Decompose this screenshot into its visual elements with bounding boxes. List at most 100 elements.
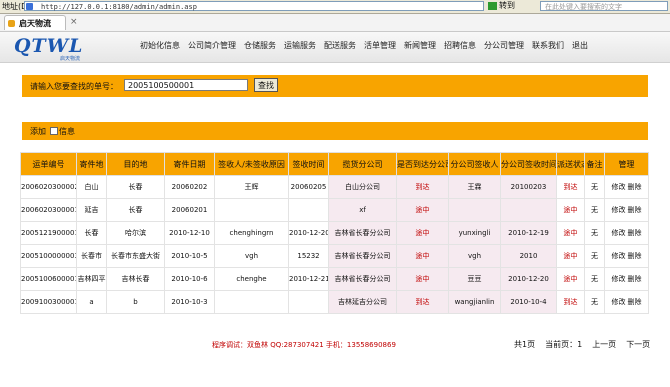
cell-delivery-status: 途中 [556, 198, 585, 222]
cell-waybill: 2005121900001 [20, 221, 77, 245]
delete-link[interactable]: 删除 [628, 183, 642, 191]
edit-link[interactable]: 修改 [612, 275, 626, 283]
edit-link[interactable]: 修改 [612, 229, 626, 237]
edit-link[interactable]: 修改 [612, 252, 626, 260]
cell-branch-signer: wangjianlin [448, 290, 501, 314]
cell-signer: 王辉 [214, 175, 289, 199]
col-header-waybill: 运单编号 [20, 152, 77, 176]
site-header: QTWL 启天物流 初始化信息 公司简介管理 仓储服务 运输服务 配送服务 活单… [0, 32, 670, 63]
cell-delivery-status: 途中 [556, 221, 585, 245]
cell-pickup-branch: 白山分公司 [328, 175, 397, 199]
col-header-send-date: 寄件日期 [164, 152, 215, 176]
pager: 共1页 当前页：1 上一页 下一页 [514, 339, 650, 350]
browser-search-input[interactable]: 在此处键入要搜索的文字 [540, 1, 668, 11]
cell-arrived: 途中 [396, 198, 449, 222]
footer-credit: 程序调试：双鱼林 QQ:287307421 手机：13558690869 [212, 341, 396, 349]
table-row: 2005100000003 长春市 长春市东盛大街 2010-10-5 vgh 15232… [20, 244, 649, 268]
nav-item-branches[interactable]: 分公司管理 [484, 40, 524, 54]
cell-branch-sign-time: 2010-12-20 [500, 267, 557, 291]
browser-tab[interactable]: 启天物流 [4, 15, 66, 30]
url-input[interactable]: http://127.0.0.1:8180/admin/admin.asp [24, 1, 484, 11]
col-header-branch-sign-time: 分公司签收时间 [500, 152, 557, 176]
cell-sign-time [288, 198, 329, 222]
nav-item-company[interactable]: 公司简介管理 [188, 40, 236, 54]
search-button[interactable]: 查找 [254, 78, 278, 92]
cell-signer: chenghe [214, 267, 289, 291]
edit-link[interactable]: 修改 [612, 206, 626, 214]
delete-link[interactable]: 删除 [628, 206, 642, 214]
search-bar: 请输入您要查找的单号： 2005100500001 查找 [22, 75, 648, 97]
nav-item-jobs[interactable]: 招聘信息 [444, 40, 476, 54]
cell-branch-sign-time: 2010-12-19 [500, 221, 557, 245]
cell-destination: 长春 [106, 175, 165, 199]
cell-send-date: 2010-10-5 [164, 244, 215, 268]
cell-signer [214, 198, 289, 222]
cell-origin: 长春市 [76, 244, 107, 268]
tracking-number-input[interactable]: 2005100500001 [124, 79, 248, 91]
nav-item-contact[interactable]: 联系我们 [532, 40, 564, 54]
add-bar: 添加 信息 [22, 122, 648, 140]
nav-item-init[interactable]: 初始化信息 [140, 40, 180, 54]
cell-branch-signer: 豆豆 [448, 267, 501, 291]
shipments-table: 运单编号 寄件地 目的地 寄件日期 签收人/未签收原因 签收时间 揽货分公司 是… [20, 152, 649, 314]
nav-item-orders[interactable]: 活单管理 [364, 40, 396, 54]
cell-remark: 无 [584, 267, 605, 291]
cell-sign-time: 20060205 [288, 175, 329, 199]
cell-branch-signer: 王霖 [448, 175, 501, 199]
cell-sign-time: 2010-12-20 [288, 221, 329, 245]
search-label: 请输入您要查找的单号： [30, 82, 118, 91]
cell-remark: 无 [584, 221, 605, 245]
next-page-link[interactable]: 下一页 [626, 339, 650, 350]
table-header-row: 运单编号 寄件地 目的地 寄件日期 签收人/未签收原因 签收时间 揽货分公司 是… [20, 152, 649, 176]
cell-arrived: 途中 [396, 244, 449, 268]
info-label: 信息 [59, 127, 75, 136]
col-header-origin: 寄件地 [76, 152, 107, 176]
col-header-delivery-status: 派送状态 [556, 152, 585, 176]
cell-delivery-status: 途中 [556, 267, 585, 291]
col-header-signer: 签收人/未签收原因 [214, 152, 289, 176]
delete-link[interactable]: 删除 [628, 275, 642, 283]
logo-text: QTWL [14, 35, 84, 57]
nav-item-delivery[interactable]: 配送服务 [324, 40, 356, 54]
prev-page-link[interactable]: 上一页 [592, 339, 616, 350]
table-row: 2005121900001 长春 哈尔滨 2010-12-10 chenghingrn 2… [20, 221, 649, 245]
address-bar: 地址(D) http://127.0.0.1:8180/admin/admin.… [0, 0, 670, 14]
cell-signer: chenghingrn [214, 221, 289, 245]
page-total: 共1页 [514, 340, 536, 349]
add-link[interactable]: 添加 [30, 126, 46, 137]
table-row: 2006020300001 延吉 长春 20060201 xf 途中 途中无修改 删除 [20, 198, 649, 222]
cell-manage: 修改 删除 [604, 198, 649, 222]
col-header-arrived: 是否到达分公司 [396, 152, 449, 176]
edit-link[interactable]: 修改 [612, 298, 626, 306]
delete-link[interactable]: 删除 [628, 252, 642, 260]
edit-link[interactable]: 修改 [612, 183, 626, 191]
nav-item-storage[interactable]: 仓储服务 [244, 40, 276, 54]
delete-link[interactable]: 删除 [628, 229, 642, 237]
cell-pickup-branch: xf [328, 198, 397, 222]
close-tab-icon[interactable]: × [70, 17, 78, 27]
cell-arrived: 途中 [396, 267, 449, 291]
nav-item-logout[interactable]: 退出 [572, 40, 588, 54]
nav-item-news[interactable]: 新闻管理 [404, 40, 436, 54]
nav-item-transport[interactable]: 运输服务 [284, 40, 316, 54]
cell-destination: 吉林长春 [106, 267, 165, 291]
col-header-manage: 管理 [604, 152, 649, 176]
go-arrow-icon [488, 1, 497, 10]
go-button[interactable]: 转到 [488, 1, 532, 11]
site-logo[interactable]: QTWL 启天物流 [14, 35, 114, 62]
delete-link[interactable]: 删除 [628, 298, 642, 306]
tab-strip: 启天物流 × [0, 14, 670, 32]
add-icon[interactable] [50, 127, 58, 135]
main-nav: 初始化信息 公司简介管理 仓储服务 运输服务 配送服务 活单管理 新闻管理 招聘… [140, 40, 588, 54]
cell-remark: 无 [584, 244, 605, 268]
go-label: 转到 [499, 1, 515, 10]
cell-signer [214, 290, 289, 314]
cell-branch-sign-time: 2010-10-4 [500, 290, 557, 314]
cell-delivery-status: 途中 [556, 244, 585, 268]
logo-subtext: 启天物流 [60, 56, 81, 62]
cell-manage: 修改 删除 [604, 244, 649, 268]
tab-favicon-icon [8, 20, 15, 27]
cell-delivery-status: 到达 [556, 290, 585, 314]
cell-branch-signer: vgh [448, 244, 501, 268]
cell-arrived: 到达 [396, 290, 449, 314]
